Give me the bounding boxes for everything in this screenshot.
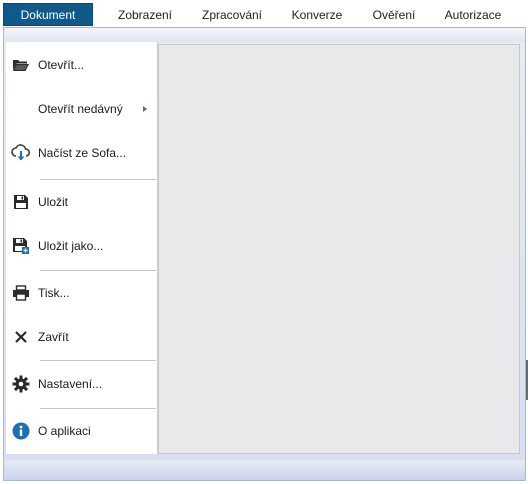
menu-item-label: Tisk... [38,286,70,300]
menu-separator [40,270,156,271]
close-icon [11,327,31,347]
menu-item-print[interactable]: Tisk... [6,273,157,313]
menu-separator [40,179,156,180]
tab-konverze[interactable]: Konverze [285,4,349,26]
save-as-icon [11,236,31,256]
tab-dokument[interactable]: Dokument [3,3,93,26]
backstage-menu: Otevřít... Otevřít nedávný Načíst ze Sof… [6,42,158,454]
tab-zpracovani[interactable]: Zpracování [195,4,269,26]
menu-item-settings[interactable]: Nastavení... [6,364,157,404]
menu-item-save[interactable]: Uložit [6,182,157,222]
menu-separator [40,408,156,409]
ribbon-tab-bar: Dokument Zobrazení Zpracování Konverze O… [0,0,528,30]
folder-open-icon [11,55,31,75]
save-icon [11,192,31,212]
menu-item-load-from-sofa[interactable]: Načíst ze Sofa... [6,133,157,173]
info-icon [11,421,31,441]
tab-autorizace[interactable]: Autorizace [439,4,507,26]
backstage-top-band [4,28,525,42]
printer-icon [11,283,31,303]
submenu-arrow-icon [143,106,147,112]
menu-item-label: Uložit jako... [38,239,104,253]
menu-item-label: O aplikaci [38,424,91,438]
menu-item-open[interactable]: Otevřít... [6,45,157,85]
menu-separator [40,360,156,361]
menu-item-label: Nastavení... [38,377,103,391]
menu-item-label: Otevřít... [38,58,85,72]
menu-item-close[interactable]: Zavřít [6,317,157,357]
cloud-download-icon [11,143,31,163]
menu-item-label: Uložit [38,195,69,209]
menu-item-label: Zavřít [38,330,69,344]
menu-item-about[interactable]: O aplikaci [6,411,157,451]
tab-overeni[interactable]: Ověření [365,4,423,26]
menu-item-label: Otevřít nedávný [38,102,123,116]
backstage-view: Otevřít... Otevřít nedávný Načíst ze Sof… [3,27,526,481]
tab-zobrazeni[interactable]: Zobrazení [111,4,179,26]
menu-item-open-recent[interactable]: Otevřít nedávný [6,89,157,129]
menu-item-label: Načíst ze Sofa... [38,146,127,160]
gear-icon [11,374,31,394]
backstage-bottom-band [4,460,525,480]
menu-item-save-as[interactable]: Uložit jako... [6,226,157,266]
backstage-content-panel [158,44,520,454]
